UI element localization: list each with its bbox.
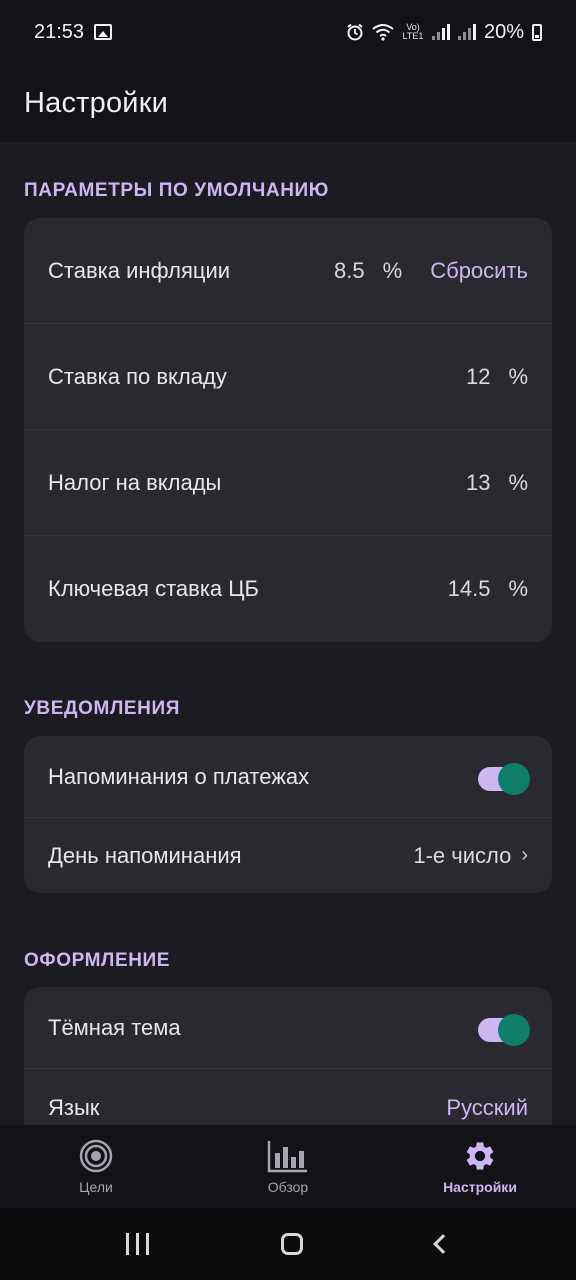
inflation-rate-label: Ставка инфляции — [48, 257, 231, 283]
inflation-rate-row[interactable]: Ставка инфляции 8.5 % Сбросить — [24, 218, 552, 324]
key-rate-label: Ключевая ставка ЦБ — [48, 576, 259, 601]
language-label: Язык — [48, 1095, 100, 1120]
deposit-rate-label: Ставка по вкладу — [48, 363, 227, 389]
dark-theme-toggle[interactable] — [478, 1013, 530, 1046]
payment-reminders-row[interactable]: Напоминания о платежах — [24, 736, 552, 818]
image-notification-icon — [94, 24, 113, 40]
status-time: 21:53 — [34, 20, 85, 43]
home-button[interactable] — [281, 1233, 304, 1255]
key-rate-unit: % — [508, 576, 528, 601]
key-rate-row[interactable]: Ключевая ставка ЦБ 14.5 % — [24, 536, 552, 642]
reminder-day-label: День напоминания — [48, 842, 242, 868]
nav-label-goals: Цели — [79, 1178, 113, 1195]
deposit-rate-row[interactable]: Ставка по вкладу 12 % — [24, 324, 552, 430]
nav-label-settings: Настройки — [443, 1178, 517, 1195]
reset-button[interactable]: Сбросить — [430, 258, 528, 284]
app-bar: Настройки — [0, 64, 576, 142]
bottom-navigation: Цели Обзор Настройки — [0, 1125, 576, 1208]
chevron-right-icon: › — [521, 844, 528, 866]
toggle-thumb — [498, 762, 530, 795]
back-button[interactable] — [432, 1234, 453, 1254]
status-bar: 21:53 Vo) LTE1 20% — [0, 0, 576, 64]
deposit-tax-label: Налог на вклады — [48, 469, 222, 495]
reminder-day-row[interactable]: День напоминания 1-е число › — [24, 818, 552, 893]
nav-item-settings[interactable]: Настройки — [384, 1125, 576, 1208]
page-title: Настройки — [24, 86, 168, 119]
signal-icon — [431, 24, 450, 40]
section-title-appearance: ОФОРМЛЕНИЕ — [24, 950, 171, 971]
appearance-card: Тёмная тема Язык Русский — [24, 987, 552, 1125]
language-row[interactable]: Язык Русский — [24, 1069, 552, 1125]
language-value[interactable]: Русский — [446, 1095, 528, 1121]
deposit-rate-value[interactable]: 12 — [466, 364, 490, 390]
gear-icon — [466, 1141, 494, 1170]
wifi-icon — [372, 24, 394, 41]
payment-reminders-label: Напоминания о платежах — [48, 763, 310, 789]
deposit-tax-unit: % — [508, 469, 528, 495]
nav-label-overview: Обзор — [267, 1178, 309, 1195]
nav-item-overview[interactable]: Обзор — [192, 1125, 384, 1208]
volte-label: Vo) LTE1 — [402, 22, 424, 41]
reminder-day-value: 1-е число — [413, 842, 512, 868]
payment-reminders-toggle[interactable] — [478, 762, 530, 795]
signal-2-icon — [457, 24, 476, 40]
inflation-rate-unit: % — [382, 257, 403, 283]
battery-icon — [532, 23, 542, 41]
inflation-rate-value[interactable]: 8.5 — [334, 258, 365, 284]
notifications-card: Напоминания о платежах День напоминания … — [24, 736, 552, 893]
dark-theme-label: Тёмная тема — [48, 1014, 181, 1040]
battery-percent: 20% — [483, 20, 524, 43]
bar-chart-icon — [267, 1140, 307, 1172]
deposit-tax-row[interactable]: Налог на вклады 13 % — [24, 430, 552, 536]
deposit-tax-value[interactable]: 13 — [466, 470, 490, 496]
nav-item-goals[interactable]: Цели — [0, 1125, 192, 1208]
alarm-icon — [347, 23, 363, 41]
section-title-notifications: УВЕДОМЛЕНИЯ — [24, 698, 180, 719]
deposit-rate-unit: % — [508, 363, 528, 389]
section-title-defaults: ПАРАМЕТРЫ ПО УМОЛЧАНИЮ — [24, 180, 330, 201]
settings-content[interactable]: ПАРАМЕТРЫ ПО УМОЛЧАНИЮ Ставка инфляции 8… — [0, 142, 576, 1125]
target-icon — [79, 1139, 113, 1172]
dark-theme-row[interactable]: Тёмная тема — [24, 987, 552, 1069]
defaults-card: Ставка инфляции 8.5 % Сбросить Ставка по… — [24, 218, 552, 642]
status-icons: Vo) LTE1 20% — [346, 21, 542, 44]
toggle-thumb — [498, 1013, 530, 1046]
system-navigation-bar — [0, 1208, 576, 1280]
recents-button[interactable] — [126, 1233, 150, 1255]
key-rate-value[interactable]: 14.5 — [448, 576, 491, 602]
